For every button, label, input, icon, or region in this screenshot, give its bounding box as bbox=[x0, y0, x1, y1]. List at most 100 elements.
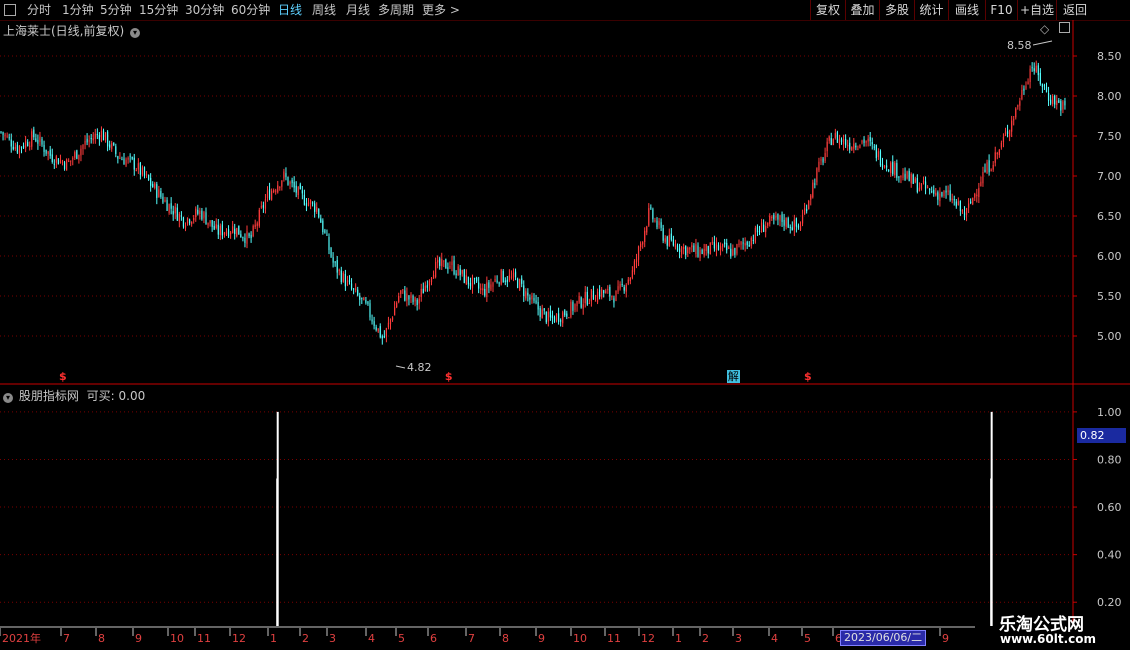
candle-body bbox=[53, 163, 55, 165]
candle-body bbox=[82, 144, 84, 150]
candle-body bbox=[996, 152, 998, 155]
candle-body bbox=[775, 216, 777, 218]
candle-body bbox=[949, 190, 951, 201]
indicator-y-tick-label: 0.60 bbox=[1097, 501, 1122, 514]
chevron-down-icon[interactable]: ▾ bbox=[3, 393, 13, 403]
candle-body bbox=[553, 317, 556, 323]
candle-body bbox=[402, 289, 404, 291]
candle-body bbox=[74, 152, 76, 158]
candle-body bbox=[227, 229, 230, 237]
candle-body bbox=[410, 294, 412, 298]
x-tick-label: 3 bbox=[735, 632, 742, 645]
candle-body bbox=[560, 320, 562, 322]
candle-body bbox=[818, 161, 820, 171]
candle-body bbox=[471, 277, 474, 289]
candle-body bbox=[760, 222, 763, 233]
candle-body bbox=[754, 227, 756, 243]
candle-body bbox=[1041, 83, 1043, 88]
candle-body bbox=[830, 138, 832, 145]
candle-body bbox=[1064, 100, 1066, 106]
candle-body bbox=[660, 222, 662, 228]
candle-body bbox=[773, 214, 775, 220]
main-y-tick-label: 5.50 bbox=[1097, 290, 1122, 303]
candle-body bbox=[394, 307, 396, 316]
low-price-label: 4.82 bbox=[407, 361, 432, 374]
candle-body bbox=[1021, 89, 1023, 99]
candle-body bbox=[514, 271, 517, 277]
candle-body bbox=[541, 309, 543, 319]
candle-body bbox=[1023, 88, 1025, 91]
candle-body bbox=[244, 237, 246, 243]
candle-body bbox=[258, 209, 260, 226]
candle-body bbox=[76, 150, 78, 159]
candle-body bbox=[150, 177, 152, 186]
candle-body bbox=[283, 171, 285, 179]
candle-body bbox=[906, 171, 908, 179]
candle-body bbox=[953, 199, 955, 201]
candle-body bbox=[184, 225, 187, 228]
candle-body bbox=[246, 231, 248, 244]
candle-body bbox=[248, 233, 250, 237]
restore-icon[interactable] bbox=[1059, 22, 1071, 33]
candle-body bbox=[301, 190, 303, 194]
candle-body bbox=[908, 170, 910, 181]
candle-body bbox=[162, 196, 164, 203]
candle-body bbox=[303, 194, 305, 205]
candle-body bbox=[20, 146, 23, 148]
candle-body bbox=[568, 317, 570, 319]
candle-body bbox=[170, 203, 172, 209]
candle-body bbox=[115, 146, 117, 154]
candle-body bbox=[41, 138, 43, 145]
candle-body bbox=[711, 242, 713, 244]
candle-body bbox=[256, 223, 258, 226]
candle-body bbox=[49, 149, 51, 156]
candle-body bbox=[648, 208, 650, 226]
candle-body bbox=[486, 282, 488, 298]
candle-body bbox=[1013, 119, 1015, 121]
candle-body bbox=[584, 291, 586, 304]
candle-body bbox=[689, 247, 691, 250]
candle-body bbox=[496, 280, 498, 282]
candle-body bbox=[135, 169, 137, 171]
candle-body bbox=[18, 146, 21, 154]
candle-body bbox=[599, 289, 601, 297]
candle-body bbox=[307, 202, 310, 206]
candle-body bbox=[8, 137, 10, 139]
x-tick-label: 4 bbox=[368, 632, 375, 645]
candle-body bbox=[37, 140, 39, 144]
candle-body bbox=[426, 285, 428, 288]
candle-body bbox=[412, 295, 414, 303]
candle-body bbox=[640, 243, 642, 248]
candle-body bbox=[289, 181, 291, 185]
candle-body bbox=[617, 286, 619, 292]
diamond-icon[interactable]: ◇ bbox=[1040, 22, 1049, 36]
candle-body bbox=[574, 304, 576, 311]
candle-body bbox=[994, 152, 996, 163]
indicator-value-label: 可买: 0.00 bbox=[86, 389, 146, 403]
candle-body bbox=[726, 242, 728, 251]
main-y-tick-label: 6.50 bbox=[1097, 210, 1122, 223]
chevron-down-icon[interactable]: ▾ bbox=[130, 28, 141, 38]
candle-body bbox=[535, 300, 537, 303]
candle-body bbox=[767, 222, 769, 226]
candle-body bbox=[756, 226, 759, 233]
candle-body bbox=[582, 304, 584, 309]
candle-body bbox=[547, 311, 549, 322]
candle-body bbox=[705, 244, 707, 252]
candle-body bbox=[447, 267, 449, 270]
candle-body bbox=[70, 160, 72, 162]
main-y-tick-label: 8.00 bbox=[1097, 90, 1122, 103]
candle-body bbox=[986, 162, 988, 174]
candle-body bbox=[418, 298, 420, 304]
candle-body bbox=[678, 248, 681, 252]
candle-body bbox=[22, 145, 25, 148]
candle-body bbox=[490, 284, 492, 290]
candle-body bbox=[709, 242, 711, 255]
candle-body bbox=[832, 139, 834, 146]
candle-body bbox=[72, 158, 74, 160]
candle-body bbox=[918, 187, 920, 192]
candle-body bbox=[631, 270, 633, 278]
candle-body bbox=[886, 165, 888, 168]
candle-body bbox=[512, 272, 515, 278]
candle-body bbox=[47, 151, 49, 154]
